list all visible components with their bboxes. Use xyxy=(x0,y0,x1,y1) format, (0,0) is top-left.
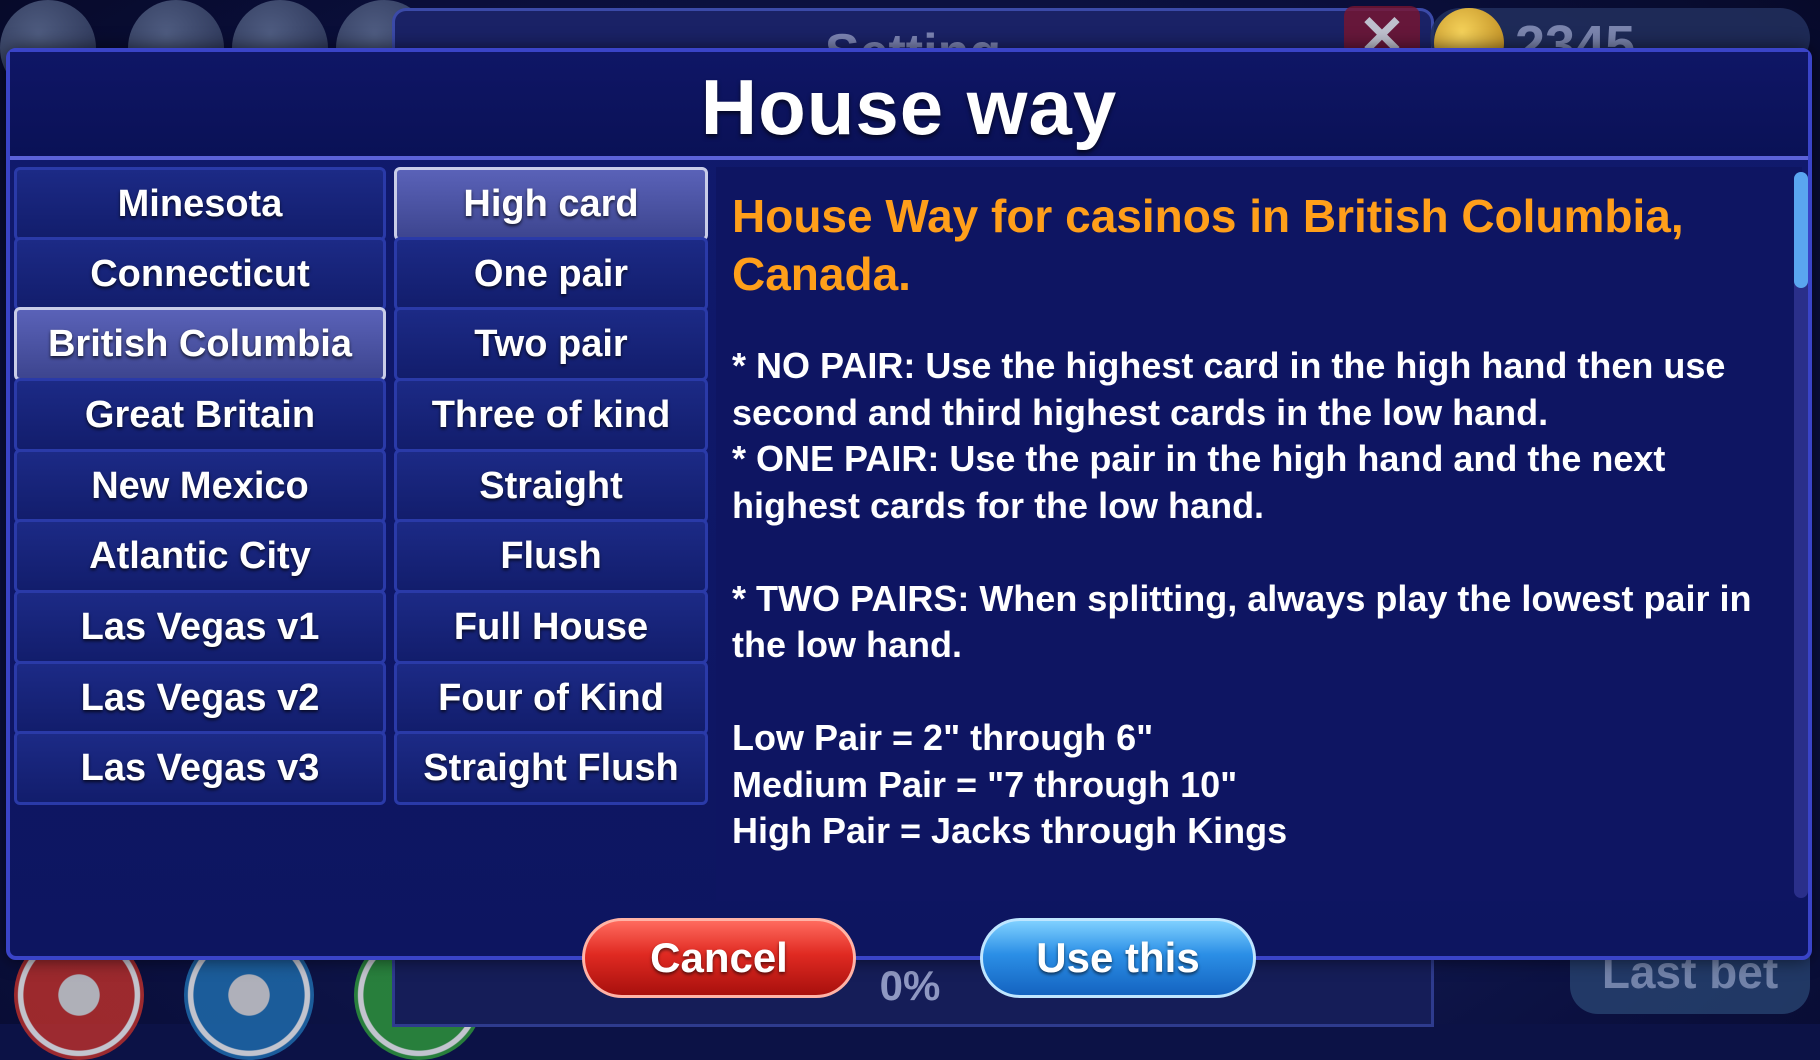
hand-list[interactable]: High card One pair Two pair Three of kin… xyxy=(394,167,708,901)
hand-item-selected[interactable]: High card xyxy=(394,167,708,241)
region-item[interactable]: Atlantic City xyxy=(14,519,386,593)
region-list[interactable]: Minesota Connecticut British Columbia Gr… xyxy=(14,167,386,901)
use-this-button[interactable]: Use this xyxy=(980,918,1256,998)
description-panel[interactable]: House Way for casinos in British Columbi… xyxy=(716,167,1802,901)
hand-item[interactable]: Straight Flush xyxy=(394,731,708,805)
region-item[interactable]: Great Britain xyxy=(14,378,386,452)
region-item[interactable]: Las Vegas v2 xyxy=(14,661,386,735)
hand-item[interactable]: Four of Kind xyxy=(394,661,708,735)
description-body: * NO PAIR: Use the highest card in the h… xyxy=(732,345,1752,851)
scrollbar-thumb[interactable] xyxy=(1794,172,1808,288)
hand-item[interactable]: Two pair xyxy=(394,307,708,381)
region-item[interactable]: Las Vegas v1 xyxy=(14,590,386,664)
cancel-button[interactable]: Cancel xyxy=(582,918,856,998)
hand-item[interactable]: Flush xyxy=(394,519,708,593)
title-bar: House way xyxy=(10,52,1808,160)
region-item[interactable]: Minesota xyxy=(14,167,386,241)
region-item[interactable]: Connecticut xyxy=(14,237,386,311)
region-item[interactable]: Las Vegas v3 xyxy=(14,731,386,805)
hand-item[interactable]: Three of kind xyxy=(394,378,708,452)
region-item-selected[interactable]: British Columbia xyxy=(14,307,386,381)
hand-item[interactable]: One pair xyxy=(394,237,708,311)
hand-item[interactable]: Straight xyxy=(394,449,708,523)
description-scrollbar[interactable] xyxy=(1794,172,1808,898)
dialog-title: House way xyxy=(700,63,1118,151)
description-title: House Way for casinos in British Columbi… xyxy=(732,190,1684,300)
hand-item[interactable]: Full House xyxy=(394,590,708,664)
region-item[interactable]: New Mexico xyxy=(14,449,386,523)
progress-percent: 0% xyxy=(879,962,941,1009)
house-way-dialog: House way Minesota Connecticut British C… xyxy=(6,48,1812,998)
